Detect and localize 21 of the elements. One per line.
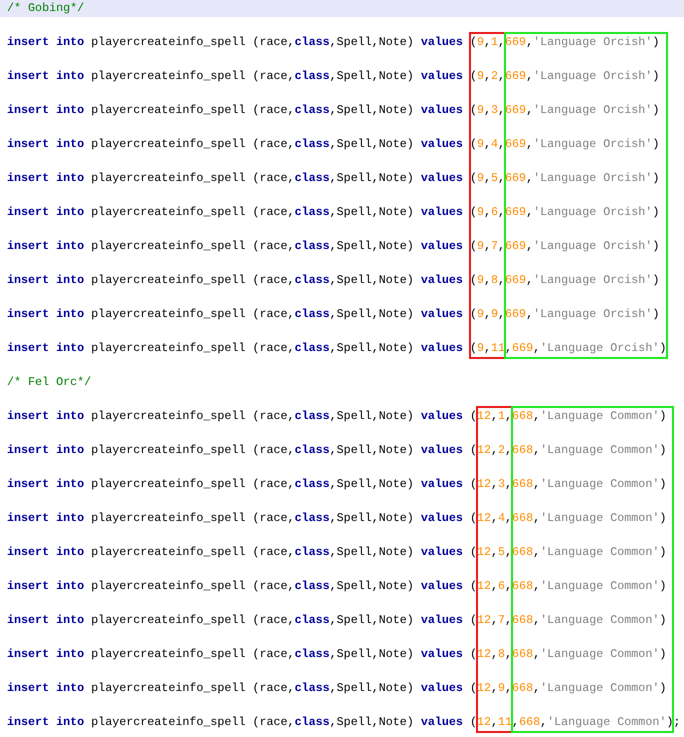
code-line: insert into playercreateinfo_spell (race,class,Spell,Note) values (12,4,668,'Language Common') — [6, 510, 668, 527]
code-comment: /* Gobing*/ — [0, 0, 684, 17]
code-line: insert into playercreateinfo_spell (race,class,Spell,Note) values (9,9,669,'Language Orcish') — [6, 306, 660, 323]
code-line: insert into playercreateinfo_spell (race,class,Spell,Note) values (12,9,668,'Language Common') — [6, 680, 668, 697]
code-line: insert into playercreateinfo_spell (race,class,Spell,Note) values (9,11,669,'Language Orcish') — [6, 340, 668, 357]
code-line: insert into playercreateinfo_spell (race,class,Spell,Note) values (9,4,669,'Language Orcish') — [6, 136, 660, 153]
code-line: insert into playercreateinfo_spell (race,class,Spell,Note) values (12,1,668,'Language Common') — [6, 408, 668, 425]
code-line: insert into playercreateinfo_spell (race,class,Spell,Note) values (9,7,669,'Language Orcish') — [6, 238, 660, 255]
code-line: insert into playercreateinfo_spell (race,class,Spell,Note) values (12,7,668,'Language Common') — [6, 612, 668, 629]
code-line: insert into playercreateinfo_spell (race,class,Spell,Note) values (9,8,669,'Language Orcish') — [6, 272, 660, 289]
code-line: insert into playercreateinfo_spell (race,class,Spell,Note) values (12,8,668,'Language Common') — [6, 646, 668, 663]
code-line: insert into playercreateinfo_spell (race,class,Spell,Note) values (9,2,669,'Language Orcish') — [6, 68, 660, 85]
code-line: insert into playercreateinfo_spell (race,class,Spell,Note) values (9,3,669,'Language Orcish') — [6, 102, 660, 119]
code-line: insert into playercreateinfo_spell (race,class,Spell,Note) values (12,2,668,'Language Common') — [6, 442, 668, 459]
code-line: insert into playercreateinfo_spell (race,class,Spell,Note) values (12,3,668,'Language Common') — [6, 476, 668, 493]
code-line: insert into playercreateinfo_spell (race,class,Spell,Note) values (12,5,668,'Language Common') — [6, 544, 668, 561]
code-line: insert into playercreateinfo_spell (race,class,Spell,Note) values (9,5,669,'Language Orcish') — [6, 170, 660, 187]
code-comment: /* Fel Orc*/ — [6, 374, 92, 391]
code-line: insert into playercreateinfo_spell (race,class,Spell,Note) values (9,6,669,'Language Orcish') — [6, 204, 660, 221]
code-line: insert into playercreateinfo_spell (race,class,Spell,Note) values (9,1,669,'Language Orcish') — [6, 34, 660, 51]
code-line: insert into playercreateinfo_spell (race,class,Spell,Note) values (12,6,668,'Language Common') — [6, 578, 668, 595]
